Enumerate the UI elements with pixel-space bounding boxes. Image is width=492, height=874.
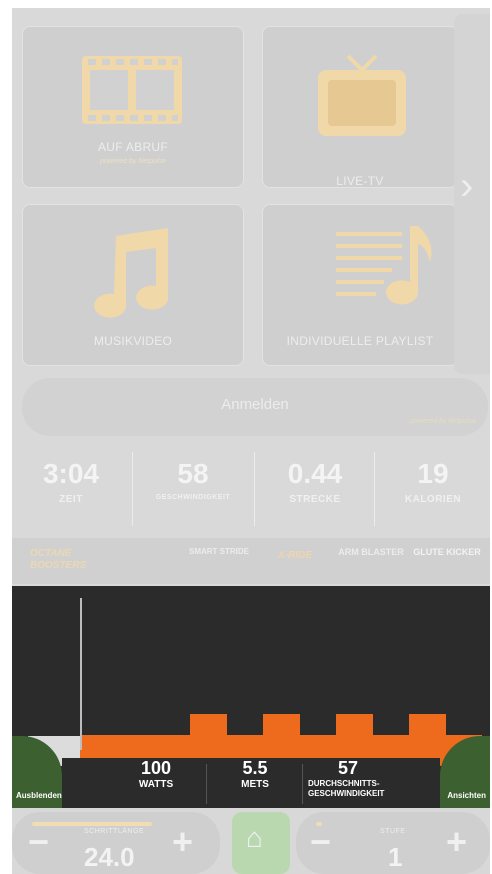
level-increase-button[interactable]: + (446, 822, 467, 862)
metric-label: WATTS (138, 779, 174, 790)
stat-value: 0.44 (287, 458, 343, 489)
workout-profile-panel: Ausblenden Ansichten 100 WATTS 5.5 METS … (12, 586, 490, 808)
divider (302, 764, 303, 804)
stat-speed: 58 GESCHWINDIGKEIT (134, 446, 252, 536)
metric-watts: 100 WATTS (108, 758, 204, 808)
metric-value: 5.5 (242, 758, 268, 778)
tile-on-demand[interactable]: AUF ABRUF powered by Netpulse (22, 26, 244, 188)
music-note-icon (94, 228, 169, 318)
control-bar: − SCHRITTLÄNGE 24.0 + ⌂ − STUFE 1 + (12, 808, 490, 874)
stat-label: STRECKE (289, 494, 341, 505)
stride-length-caption: SCHRITTLÄNGE (84, 828, 145, 835)
stride-length-increase-button[interactable]: + (172, 822, 193, 862)
next-page-button[interactable]: › (454, 14, 490, 374)
boosters-title-line: BOOSTERS (30, 560, 87, 571)
tile-label: LIVE-TV (336, 174, 384, 188)
divider (254, 452, 255, 526)
stat-label: GESCHWINDIGKEIT (155, 494, 231, 501)
metric-avg-speed: 57 DURCHSCHNITTS-GESCHWINDIGKEIT (308, 758, 438, 808)
stat-label: KALORIEN (404, 494, 462, 505)
workout-profile-chart (22, 686, 483, 766)
level-caption: STUFE (380, 828, 406, 835)
boosters-title-line: OCTANE (30, 548, 72, 559)
powered-by-text: powered by Netpulse (100, 158, 166, 165)
smart-stride-button[interactable]: SMART STRIDE (182, 542, 256, 592)
signin-label: Anmelden (221, 396, 289, 413)
level-control: − STUFE 1 + (296, 812, 490, 874)
workout-stats: 3:04 ZEIT 58 GESCHWINDIGKEIT 0.44 STRECK… (12, 446, 490, 536)
level-value: 1 (388, 842, 403, 872)
powered-by-text: powered by Netpulse (410, 418, 476, 425)
stat-value: 58 (177, 458, 209, 489)
stat-distance: 0.44 STRECKE (256, 446, 374, 536)
tile-music-video[interactable]: MUSIKVIDEO (22, 204, 244, 366)
stat-value: 3:04 (42, 458, 100, 489)
home-icon: ⌂ (246, 822, 263, 853)
tile-live-tv[interactable]: LIVE-TV (262, 26, 458, 188)
tile-label: INDIVIDUELLE PLAYLIST (286, 334, 434, 348)
metrics-row: 100 WATTS 5.5 METS 57 DURCHSCHNITTS-GESC… (62, 758, 440, 808)
signin-button[interactable]: Anmelden powered by Netpulse (22, 378, 488, 436)
divider (132, 452, 133, 526)
film-strip-icon (82, 56, 182, 124)
tv-icon (318, 54, 406, 136)
stride-length-control: − SCHRITTLÄNGE 24.0 + (12, 812, 220, 874)
tile-label: MUSIKVIDEO (93, 334, 173, 348)
hide-label: Ausblenden (16, 791, 62, 800)
metric-label: DURCHSCHNITTS-GESCHWINDIGKEIT (308, 779, 385, 798)
stat-value: 19 (417, 458, 449, 489)
stat-calories: 19 KALORIEN (374, 446, 490, 536)
level-decrease-button[interactable]: − (310, 822, 331, 862)
metric-value: 57 (338, 758, 359, 778)
screen: AUF ABRUF powered by Netpulse LIVE-TV MU… (12, 8, 490, 874)
tile-custom-playlist[interactable]: INDIVIDUELLE PLAYLIST (262, 204, 458, 366)
boosters-title: OCTANE BOOSTERS (30, 548, 86, 572)
tile-label: AUF ABRUF (97, 140, 169, 154)
stat-time: 3:04 ZEIT (12, 446, 130, 536)
views-label: Ansichten (447, 791, 486, 800)
divider (206, 764, 207, 804)
stride-length-value: 24.0 (84, 842, 135, 872)
octane-boosters-bar: OCTANE BOOSTERS SMART STRIDE X-RIDE ARM … (12, 538, 490, 584)
metric-label: METS (241, 779, 269, 790)
chevron-right-icon: › (460, 164, 474, 208)
playlist-icon (336, 226, 432, 305)
metric-mets: 5.5 METS (208, 758, 302, 808)
stride-length-progress (32, 822, 152, 826)
progress-marker (80, 598, 82, 750)
stride-length-decrease-button[interactable]: − (28, 822, 49, 862)
stat-label: ZEIT (59, 494, 83, 505)
home-button[interactable]: ⌂ (232, 812, 290, 874)
metric-value: 100 (140, 758, 172, 778)
